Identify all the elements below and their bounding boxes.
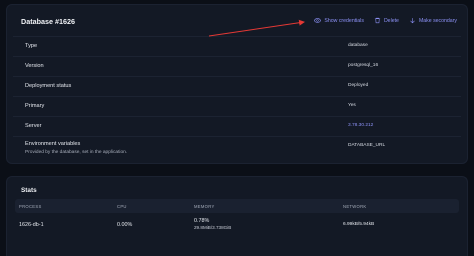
database-details: Type database Version postgresql_16 Depl… — [13, 36, 461, 163]
detail-label: Deployment status — [25, 83, 72, 89]
detail-value: database — [348, 43, 368, 48]
memory-abs-cell: 29.8MiB/3.738GiB — [194, 225, 232, 230]
trash-icon — [374, 17, 381, 24]
database-actions: Show credentials Delete Make secondary — [314, 17, 457, 24]
column-header-process: PROCESS — [19, 204, 42, 209]
detail-value: DATABASE_URL — [348, 143, 386, 148]
delete-button[interactable]: Delete — [374, 17, 399, 24]
stats-table: PROCESS CPU MEMORY NETWORK 1626-db-1 0.0… — [15, 199, 459, 239]
stats-table-header: PROCESS CPU MEMORY NETWORK — [15, 199, 459, 213]
detail-row-primary: Primary Yes — [13, 96, 461, 116]
database-card: Database #1626 Show credentials Delete M… — [6, 4, 468, 164]
make-secondary-button[interactable]: Make secondary — [409, 17, 457, 24]
detail-label: Type — [25, 43, 38, 49]
show-credentials-label: Show credentials — [324, 17, 364, 24]
server-link[interactable]: 3.78.30.212 — [348, 123, 373, 128]
memory-pct-cell: 0.78% — [194, 218, 210, 224]
detail-row-server: Server 3.78.30.212 — [13, 116, 461, 136]
detail-value: postgresql_16 — [348, 63, 379, 68]
detail-sublabel: Provided by the database, set in the app… — [25, 150, 128, 155]
detail-row-environment-variables: Environment variables Provided by the da… — [13, 136, 461, 163]
make-secondary-label: Make secondary — [418, 17, 457, 24]
page: Database #1626 Show credentials Delete M… — [0, 0, 474, 256]
detail-label: Primary — [25, 103, 45, 109]
column-header-network: NETWORK — [343, 204, 367, 209]
network-cell: 6.99kB/5.94kB — [343, 222, 375, 227]
detail-row-version: Version postgresql_16 — [13, 56, 461, 76]
stats-card: Stats PROCESS CPU MEMORY NETWORK 1626-db… — [6, 176, 468, 256]
column-header-memory: MEMORY — [194, 204, 215, 209]
detail-value: Yes — [348, 103, 356, 108]
column-header-cpu: CPU — [117, 204, 127, 209]
detail-value: Deployed — [348, 83, 369, 88]
database-title: Database #1626 — [21, 17, 75, 26]
detail-row-type: Type database — [13, 36, 461, 56]
delete-label: Delete — [383, 17, 399, 24]
process-cell: 1626-db-1 — [19, 222, 44, 228]
detail-label: Version — [25, 63, 44, 69]
show-credentials-button[interactable]: Show credentials — [314, 17, 364, 24]
detail-label: Server — [25, 123, 42, 129]
table-row: 1626-db-1 0.00% 0.78% 29.8MiB/3.738GiB 6… — [15, 213, 459, 239]
detail-row-deployment-status: Deployment status Deployed — [13, 76, 461, 96]
arrow-down-icon — [410, 18, 415, 24]
stats-title: Stats — [21, 187, 37, 194]
cpu-cell: 0.00% — [117, 222, 133, 228]
detail-label: Environment variables — [25, 141, 81, 147]
eye-icon — [314, 18, 322, 23]
